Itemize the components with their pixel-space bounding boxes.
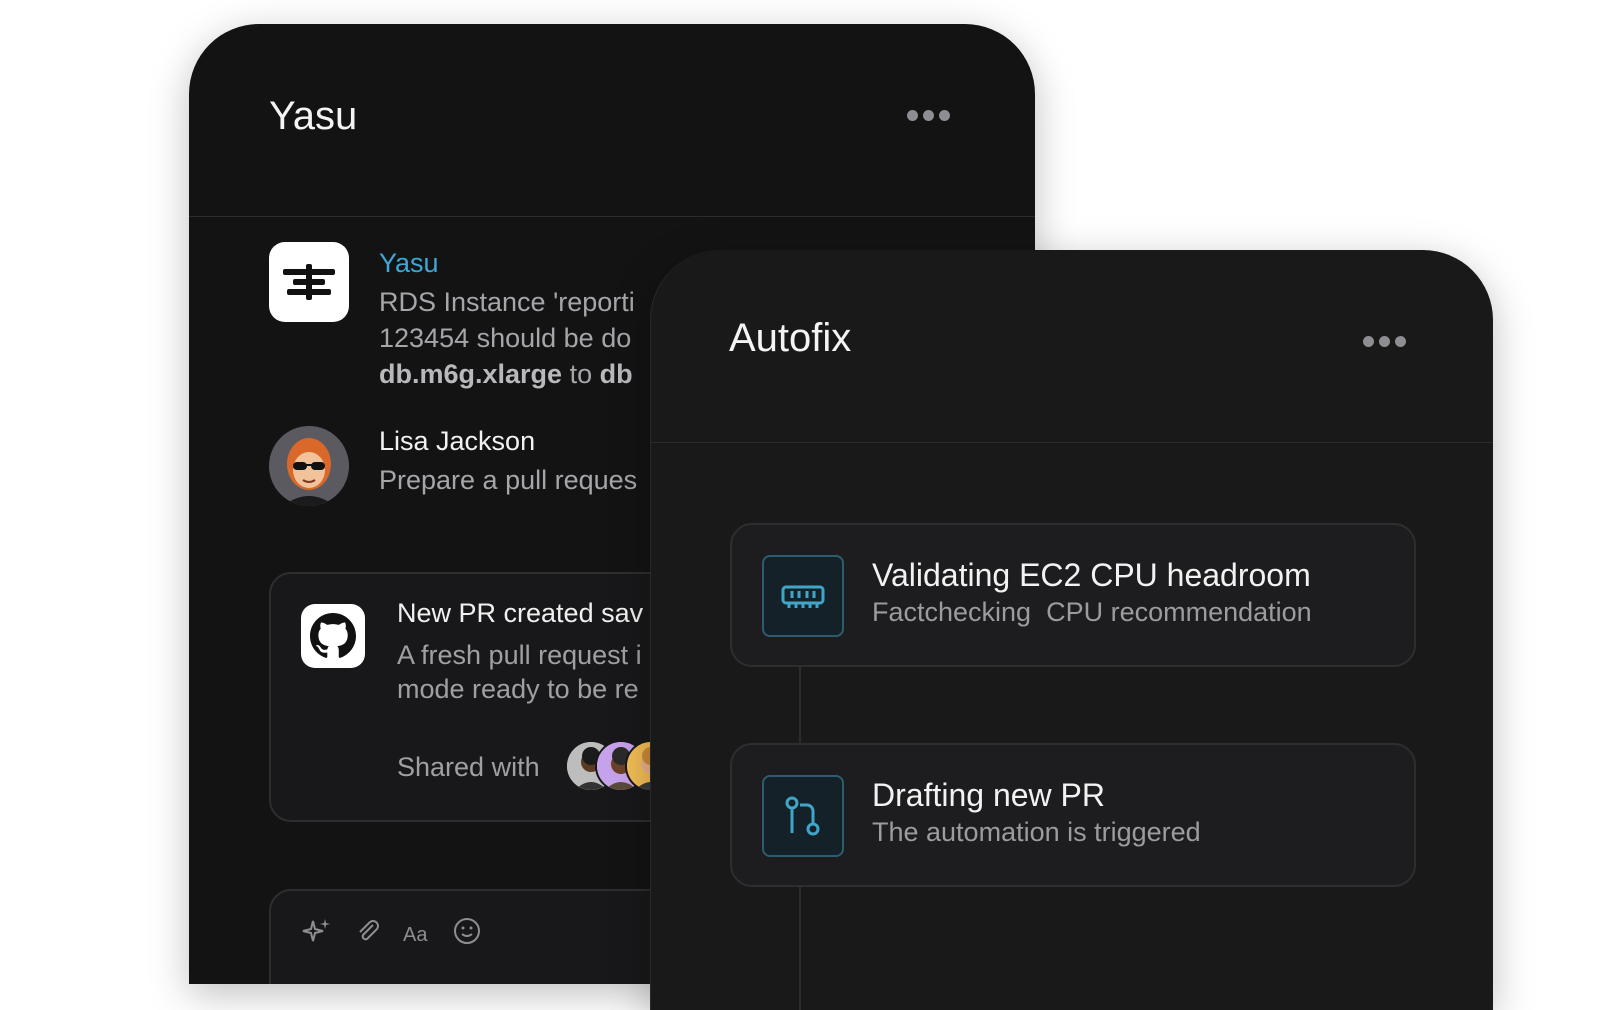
sparkle-icon[interactable]: [301, 915, 333, 947]
dot-icon: [1363, 336, 1374, 347]
yasu-more-options-button[interactable]: [907, 110, 950, 121]
autofix-panel: Autofix Validating EC2 CPU headroom Fact…: [650, 250, 1493, 1010]
dot-icon: [1395, 336, 1406, 347]
autofix-panel-title: Autofix: [729, 316, 852, 360]
pr-description: A fresh pull request i mode ready to be …: [397, 638, 642, 706]
timeline-connector: [799, 882, 801, 1010]
text-format-icon[interactable]: Aa: [401, 915, 433, 947]
message-text: RDS Instance 'reporti 123454 should be d…: [379, 284, 635, 392]
dot-icon: [923, 110, 934, 121]
message-line: db.m6g.xlarge to db: [379, 356, 635, 392]
header-divider: [651, 442, 1493, 443]
task-title: Validating EC2 CPU headroom: [872, 557, 1311, 593]
task-card[interactable]: Drafting new PR The automation is trigge…: [730, 743, 1416, 887]
instance-type-to: db: [599, 359, 633, 389]
lisa-jackson-avatar: [269, 426, 349, 506]
dot-icon: [1379, 336, 1390, 347]
message-author: Lisa Jackson: [379, 426, 536, 456]
pr-description-line: A fresh pull request i: [397, 640, 642, 670]
emoji-icon[interactable]: [451, 915, 483, 947]
yasu-logo-avatar: [269, 242, 349, 322]
timeline-connector: [799, 662, 801, 752]
message-connector-text: to: [562, 359, 600, 389]
attachment-icon[interactable]: [351, 915, 383, 947]
message-line: RDS Instance 'reporti: [379, 287, 635, 317]
pr-title: New PR created sav: [397, 598, 644, 628]
task-subtitle: The automation is triggered: [872, 817, 1201, 847]
dot-icon: [907, 110, 918, 121]
task-card[interactable]: Validating EC2 CPU headroom Factchecking…: [730, 523, 1416, 667]
svg-text:Aa: Aa: [403, 924, 428, 946]
instance-type-from: db.m6g.xlarge: [379, 359, 563, 389]
message-text: Prepare a pull reques: [379, 465, 638, 495]
memory-chip-icon: [762, 555, 844, 637]
pr-description-line: mode ready to be re: [397, 674, 639, 704]
autofix-more-options-button[interactable]: [1363, 336, 1406, 347]
dot-icon: [939, 110, 950, 121]
message-line: 123454 should be do: [379, 323, 632, 353]
composer-toolbar: Aa: [301, 915, 483, 947]
task-subtitle: Factchecking CPU recommendation: [872, 597, 1312, 627]
task-title: Drafting new PR: [872, 777, 1105, 813]
shared-with-label: Shared with: [397, 752, 540, 782]
yasu-panel-title: Yasu: [269, 94, 358, 138]
git-pull-request-icon: [762, 775, 844, 857]
message-author: Yasu: [379, 248, 439, 278]
github-icon: [301, 604, 365, 668]
header-divider: [189, 216, 1035, 217]
